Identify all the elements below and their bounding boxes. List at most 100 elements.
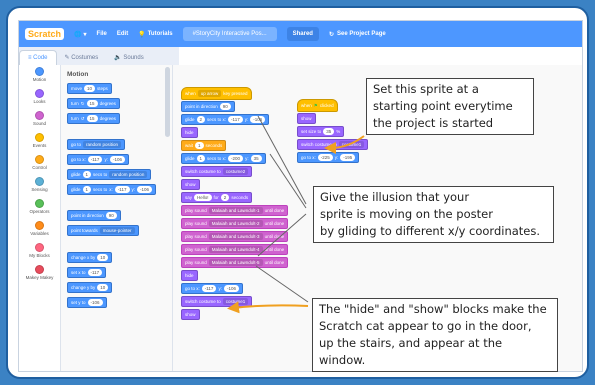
set-size-block[interactable]: set size to 35%: [297, 126, 345, 137]
point-towards-block[interactable]: point towards mouse-pointer: [67, 225, 139, 236]
block-input[interactable]: 35: [323, 128, 335, 135]
block-dropdown[interactable]: costume1: [222, 298, 249, 305]
block-dropdown[interactable]: Malaiah and Lawndolt-3: [208, 233, 263, 240]
switch-costume-block[interactable]: switch costume to costume2: [181, 166, 253, 177]
block-input[interactable]: 10: [97, 254, 109, 261]
block-dropdown[interactable]: up arrow: [197, 90, 222, 97]
block-input[interactable]: Hello!: [194, 194, 212, 201]
tab-code[interactable]: ≡ Code: [19, 50, 57, 65]
hide-block[interactable]: hide: [181, 127, 198, 138]
point-direction-block[interactable]: point in direction 90: [181, 101, 235, 112]
block-input[interactable]: 1: [82, 171, 92, 178]
when-key-pressed-block[interactable]: when up arrow key pressed: [181, 87, 252, 100]
glide-xy-block[interactable]: glide 2 secs to x: -117 y: -106: [181, 114, 270, 125]
block-input[interactable]: 1: [196, 155, 206, 162]
edit-menu[interactable]: Edit: [117, 31, 128, 37]
switch-costume-block[interactable]: switch costume to costume1: [181, 296, 253, 307]
block-input[interactable]: 35: [250, 155, 262, 162]
block-input[interactable]: 2: [220, 194, 230, 201]
block-input[interactable]: -195: [340, 154, 356, 161]
glide-random-block[interactable]: glide 1 secs to random position: [67, 169, 152, 180]
block-input[interactable]: -117: [87, 269, 103, 276]
show-block[interactable]: show: [181, 309, 200, 320]
file-menu[interactable]: File: [97, 31, 107, 37]
block-dropdown[interactable]: Malaiah and Lawndolt-5: [208, 259, 263, 266]
move-steps-block[interactable]: move 10 steps: [67, 83, 112, 94]
language-menu[interactable]: 🌐 ▾: [74, 31, 87, 38]
block-dropdown[interactable]: mouse-pointer: [99, 227, 135, 234]
block-input[interactable]: -106: [223, 285, 239, 292]
play-sound-block[interactable]: play sound Malaiah and Lawndolt-5 until do…: [181, 257, 289, 268]
block-input[interactable]: -200: [228, 155, 244, 162]
hide-block[interactable]: hide: [181, 270, 198, 281]
show-block[interactable]: show: [181, 179, 200, 190]
block-input[interactable]: 1: [195, 142, 204, 149]
go-to-random-block[interactable]: go to random position: [67, 139, 126, 150]
block-input[interactable]: 90: [105, 212, 117, 219]
shared-button[interactable]: Shared: [286, 27, 319, 41]
category-makey-makey[interactable]: Makey Makey: [19, 265, 60, 285]
block-text: until done: [264, 208, 285, 213]
category-motion[interactable]: Motion: [19, 67, 60, 87]
category-sensing[interactable]: Sensing: [19, 177, 60, 197]
block-input[interactable]: -106: [109, 156, 125, 163]
play-sound-block[interactable]: play sound Malaiah and Lawndolt-2 until do…: [181, 218, 289, 229]
block-input[interactable]: -106: [137, 186, 153, 193]
set-x-block[interactable]: set x to -117: [67, 267, 107, 278]
glide-xy-block[interactable]: glide 1 secs to x: -117 y: -106: [67, 184, 157, 195]
glide-xy-block[interactable]: glide 1 secs to x: -200 y: 35: [181, 153, 266, 164]
go-to-xy-block[interactable]: go to x: -117 y: -106: [67, 154, 129, 165]
switch-costume-block[interactable]: switch costume to costume1: [297, 139, 369, 150]
scratch-logo[interactable]: Scratch: [25, 28, 65, 40]
block-input[interactable]: -117: [201, 285, 217, 292]
block-dropdown[interactable]: Malaiah and Lawndolt-1: [208, 207, 263, 214]
see-project-page-button[interactable]: ↻ See Project Page: [329, 31, 386, 38]
category-control[interactable]: Control: [19, 155, 60, 175]
point-direction-block[interactable]: point in direction 90: [67, 210, 121, 221]
block-dropdown[interactable]: costume1: [338, 141, 365, 148]
block-input[interactable]: 10: [97, 284, 109, 291]
block-input[interactable]: -117: [114, 186, 130, 193]
category-events[interactable]: Events: [19, 133, 60, 153]
tutorials-menu[interactable]: 💡 Tutorials: [138, 31, 172, 38]
block-input[interactable]: -106: [87, 299, 103, 306]
go-to-xy-block[interactable]: go to x: -225 y: -195: [297, 152, 360, 163]
block-input[interactable]: 2: [196, 116, 206, 123]
tab-costumes[interactable]: ✎ Costumes: [57, 50, 107, 65]
block-input[interactable]: -225: [317, 154, 333, 161]
say-for-secs-block[interactable]: say Hello! for 2 seconds: [181, 192, 253, 203]
block-input[interactable]: 15: [86, 100, 98, 107]
block-dropdown[interactable]: random position: [109, 171, 148, 178]
change-x-block[interactable]: change x by 10: [67, 252, 113, 263]
go-to-xy-block[interactable]: go to x: -117 y: -106: [181, 283, 243, 294]
category-sound[interactable]: Sound: [19, 111, 60, 131]
block-dropdown[interactable]: Malaiah and Lawndolt-4: [208, 246, 263, 253]
wait-block[interactable]: wait 1 seconds: [181, 140, 227, 151]
tab-sounds[interactable]: 🔈 Sounds: [106, 50, 152, 65]
turn-right-block[interactable]: turn ↻ 15 degrees: [67, 98, 120, 109]
category-operators[interactable]: Operators: [19, 199, 60, 219]
block-input[interactable]: -117: [87, 156, 103, 163]
play-sound-block[interactable]: play sound Malaiah and Lawndolt-1 until do…: [181, 205, 289, 216]
when-flag-clicked-block[interactable]: when ⚑ clicked: [297, 99, 338, 112]
block-dropdown[interactable]: Malaiah and Lawndolt-2: [208, 220, 263, 227]
palette-scrollbar[interactable]: [165, 67, 170, 137]
category-looks[interactable]: Looks: [19, 89, 60, 109]
block-input[interactable]: 15: [86, 115, 98, 122]
block-input[interactable]: 90: [219, 103, 231, 110]
block-dropdown[interactable]: costume2: [222, 168, 249, 175]
play-sound-block[interactable]: play sound Malaiah and Lawndolt-4 until do…: [181, 244, 289, 255]
block-input[interactable]: -106: [250, 116, 266, 123]
category-my-blocks[interactable]: My Blocks: [19, 243, 60, 263]
turn-left-block[interactable]: turn ↺ 15 degrees: [67, 113, 120, 124]
show-block[interactable]: show: [297, 113, 316, 124]
category-variables[interactable]: Variables: [19, 221, 60, 241]
block-input[interactable]: 1: [82, 186, 92, 193]
block-input[interactable]: 10: [84, 85, 96, 92]
set-y-block[interactable]: set y to -106: [67, 297, 107, 308]
project-title-field[interactable]: #StoryCity Interactive Pos...: [182, 27, 277, 41]
block-dropdown[interactable]: random position: [83, 141, 122, 148]
block-input[interactable]: -117: [228, 116, 243, 123]
change-y-block[interactable]: change y by 10: [67, 282, 113, 293]
play-sound-block[interactable]: play sound Malaiah and Lawndolt-3 until do…: [181, 231, 289, 242]
